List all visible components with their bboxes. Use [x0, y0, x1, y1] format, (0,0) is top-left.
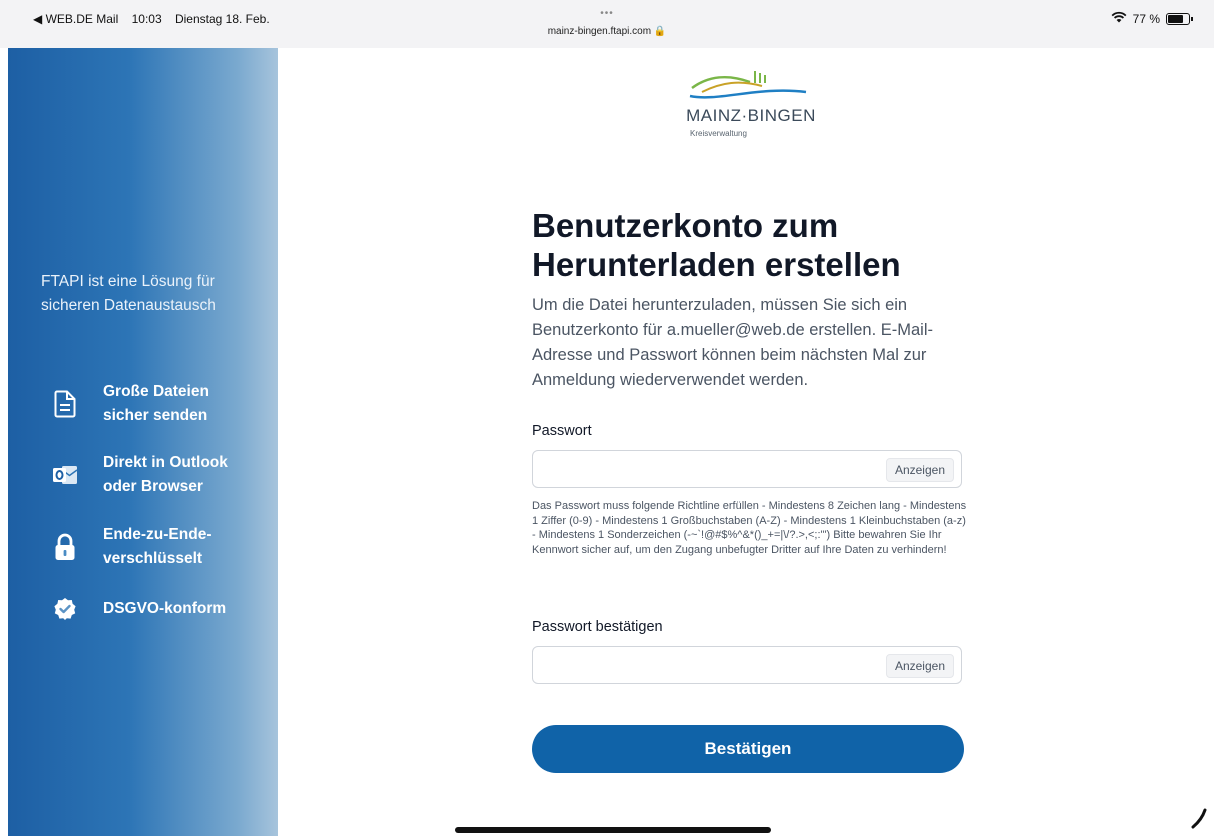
logo-subtitle: Kreisverwaltung: [690, 129, 747, 138]
status-right: 77 %: [1111, 11, 1193, 26]
shield-check-icon: [52, 594, 78, 624]
sidebar-tagline: FTAPI ist eine Lösung für sicheren Daten…: [41, 273, 216, 314]
show-confirm-password-button[interactable]: Anzeigen: [885, 654, 954, 678]
password-policy-hint: Das Passwort muss folgende Richtline erf…: [532, 500, 967, 556]
battery-icon: [1166, 12, 1193, 25]
page-title: Benutzerkonto zum Herunterladen erstelle…: [532, 207, 901, 283]
feature-outlook: Direkt in Outlook oder Browser: [52, 451, 243, 499]
info-sidebar: FTAPI ist eine Lösung für sicheren Daten…: [8, 48, 278, 836]
feature-label: Direkt in Outlook oder Browser: [103, 454, 228, 495]
feature-label: DSGVO-konform: [103, 600, 227, 617]
feature-label: Große Dateien sicher senden: [103, 383, 209, 424]
show-password-button[interactable]: Anzeigen: [885, 458, 954, 482]
confirm-button[interactable]: Bestätigen: [532, 725, 964, 773]
battery-percent: 77 %: [1132, 11, 1160, 26]
confirm-password-label: Passwort bestätigen: [532, 619, 663, 635]
intro-text: Um die Datei herunterzuladen, müssen Sie…: [532, 296, 934, 389]
password-input[interactable]: [541, 457, 875, 483]
feature-gdpr: DSGVO-konform: [52, 594, 243, 624]
multitask-dots[interactable]: •••: [0, 8, 1214, 19]
feature-encryption: Ende-zu-Ende-verschlüsselt: [52, 523, 243, 571]
wifi-icon: [1111, 11, 1127, 26]
confirm-password-input[interactable]: [541, 653, 875, 679]
home-indicator[interactable]: [455, 827, 771, 833]
outlook-icon: [52, 460, 78, 490]
password-label: Passwort: [532, 423, 592, 439]
pencil-icon[interactable]: [1190, 808, 1208, 835]
mainz-bingen-logo: [688, 68, 818, 109]
status-bar: ◀ WEB.DE Mail 10:03 Dienstag 18. Feb. ••…: [0, 0, 1214, 48]
logo-name: MAINZ·BINGEN: [686, 106, 816, 125]
document-icon: [52, 389, 78, 419]
confirm-password-field: Anzeigen: [532, 646, 962, 684]
feature-label: Ende-zu-Ende-verschlüsselt: [103, 526, 212, 567]
lock-icon: [52, 532, 78, 562]
password-field: Anzeigen: [532, 450, 962, 488]
feature-large-files: Große Dateien sicher senden: [52, 380, 243, 428]
url-label[interactable]: mainz-bingen.ftapi.com 🔒: [0, 26, 1214, 37]
